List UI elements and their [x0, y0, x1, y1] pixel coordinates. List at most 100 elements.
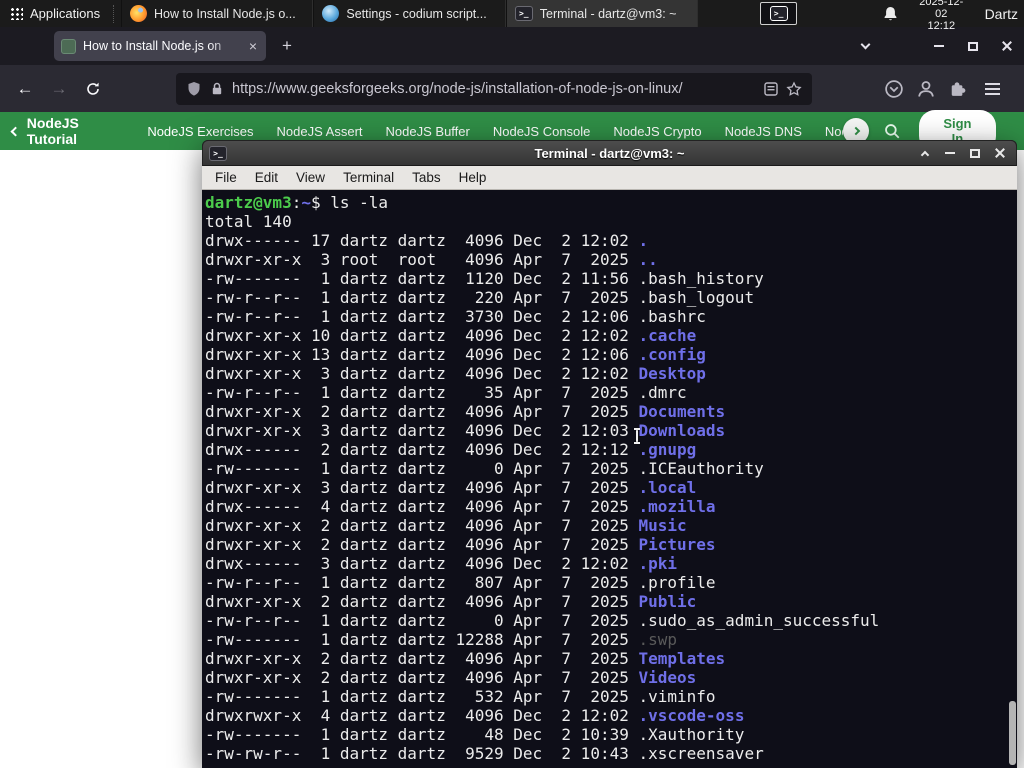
- terminal-line: drwx------ 4 dartz dartz 4096 Apr 7 2025…: [205, 497, 716, 516]
- navigation-toolbar: ← → https://www.geeksforgeeks.org/node-j…: [0, 65, 1024, 112]
- menu-item-tabs[interactable]: Tabs: [403, 170, 450, 185]
- site-nav-link[interactable]: NodeJS Buffer: [386, 124, 470, 139]
- chevron-up-icon: [920, 150, 929, 159]
- bookmark-star-icon[interactable]: [786, 81, 802, 97]
- terminal-line: -rw------- 1 dartz dartz 1120 Dec 2 11:5…: [205, 269, 764, 288]
- menu-item-edit[interactable]: Edit: [246, 170, 287, 185]
- top-panel: Applications How to Install Node.js o...…: [0, 0, 1024, 32]
- clock-time: 12:12: [927, 19, 956, 32]
- back-button[interactable]: ←: [8, 73, 42, 105]
- terminal-line: -rw-rw-r-- 1 dartz dartz 9529 Dec 2 10:4…: [205, 744, 764, 763]
- site-nav-link[interactable]: NodeJS Crypto: [613, 124, 701, 139]
- minimize-icon: [934, 45, 944, 47]
- reload-button[interactable]: [76, 73, 110, 105]
- url-text: https://www.geeksforgeeks.org/node-js/in…: [232, 80, 683, 97]
- tray-terminal-icon: >_: [769, 6, 788, 21]
- notification-bell-button[interactable]: [883, 6, 898, 22]
- terminal-line: drwxr-xr-x 2 dartz dartz 4096 Apr 7 2025…: [205, 668, 697, 687]
- browser-tab[interactable]: How to Install Node.js on ×: [54, 31, 266, 61]
- tab-title: How to Install Node.js on: [83, 39, 222, 53]
- site-nav-link[interactable]: NodeJS DNS: [725, 124, 802, 139]
- terminal-line: -rw-r--r-- 1 dartz dartz 3730 Dec 2 12:0…: [205, 307, 706, 326]
- panel-separator: [113, 4, 118, 23]
- applications-label: Applications: [30, 6, 101, 21]
- terminal-minimize-button[interactable]: [939, 143, 960, 163]
- terminal-line: dartz@vm3:~$ ls -la: [205, 193, 389, 212]
- reload-icon: [87, 82, 99, 95]
- app-menu-button[interactable]: [980, 82, 1004, 95]
- tab-close-icon[interactable]: ×: [247, 38, 259, 54]
- extensions-puzzle-icon[interactable]: [948, 79, 968, 99]
- terminal-line: total 140: [205, 212, 292, 231]
- window-minimize-button[interactable]: [922, 27, 956, 65]
- account-person-icon[interactable]: [916, 79, 936, 99]
- new-tab-button[interactable]: +: [274, 33, 300, 59]
- site-favicon: [61, 38, 76, 54]
- minimize-icon: [944, 152, 955, 154]
- terminal-line: drwxr-xr-x 3 dartz dartz 4096 Dec 2 12:0…: [205, 364, 706, 383]
- pocket-icon[interactable]: [884, 79, 904, 99]
- menu-item-terminal[interactable]: Terminal: [334, 170, 403, 185]
- window-close-button[interactable]: [990, 27, 1024, 65]
- url-bar[interactable]: https://www.geeksforgeeks.org/node-js/in…: [176, 72, 812, 105]
- terminal-menubar: File Edit View Terminal Tabs Help: [202, 166, 1017, 190]
- terminal-line: -rw------- 1 dartz dartz 0 Apr 7 2025 .I…: [205, 459, 764, 478]
- reader-mode-icon[interactable]: [764, 81, 778, 96]
- taskbar-item-label: Settings - codium script...: [346, 6, 487, 21]
- terminal-scrollbar[interactable]: [1008, 190, 1017, 768]
- tabs-dropdown-button[interactable]: [848, 27, 882, 65]
- terminal-line: -rw------- 1 dartz dartz 532 Apr 7 2025 …: [205, 687, 716, 706]
- terminal-line: drwxr-xr-x 3 root root 4096 Apr 7 2025 .…: [205, 250, 658, 269]
- terminal-line: drwxr-xr-x 10 dartz dartz 4096 Dec 2 12:…: [205, 326, 697, 345]
- terminal-title: Terminal - dartz@vm3: ~: [534, 145, 685, 161]
- bell-icon: [884, 6, 897, 20]
- maximize-icon: [968, 41, 978, 51]
- terminal-line: -rw------- 1 dartz dartz 12288 Apr 7 202…: [205, 630, 678, 649]
- site-nav-link[interactable]: NodeJS Assert: [277, 124, 363, 139]
- site-nav-link[interactable]: NodeJS Exercises: [147, 124, 253, 139]
- site-search-button[interactable]: [883, 122, 901, 140]
- lock-icon[interactable]: [210, 81, 224, 96]
- menu-item-help[interactable]: Help: [450, 170, 496, 185]
- chevron-left-icon: [10, 126, 21, 136]
- terminal-line: drwx------ 3 dartz dartz 4096 Dec 2 12:0…: [205, 554, 678, 573]
- site-nav-back-label: NodeJS Tutorial: [26, 115, 79, 147]
- taskbar-item-settings[interactable]: Settings - codium script...: [313, 0, 506, 27]
- site-nav-links: NodeJS Exercises NodeJS Assert NodeJS Buff…: [147, 124, 842, 139]
- firefox-icon: [129, 5, 147, 22]
- window-maximize-button[interactable]: [956, 27, 990, 65]
- terminal-titlebar-icon: >_: [209, 145, 227, 161]
- panel-clock[interactable]: 2025-12-02 12:12: [914, 0, 969, 32]
- menu-item-file[interactable]: File: [206, 170, 246, 185]
- terminal-line: drwxrwxr-x 4 dartz dartz 4096 Dec 2 12:0…: [205, 706, 745, 725]
- terminal-screen[interactable]: dartz@vm3:~$ ls -la total 140 drwx------ 1…: [202, 190, 1017, 768]
- scrollbar-thumb[interactable]: [1009, 701, 1016, 765]
- site-nav-link[interactable]: Node: [825, 124, 843, 139]
- close-icon: [994, 147, 1006, 159]
- terminal-maximize-button[interactable]: [964, 143, 985, 163]
- taskbar-item-browser[interactable]: How to Install Node.js o...: [120, 0, 314, 27]
- terminal-line: drwxr-xr-x 2 dartz dartz 4096 Apr 7 2025…: [205, 402, 726, 421]
- settings-icon: [322, 5, 340, 22]
- forward-button[interactable]: →: [42, 73, 76, 105]
- applications-grid-icon: [10, 7, 23, 20]
- taskbar-item-label: Terminal - dartz@vm3: ~: [539, 6, 677, 21]
- site-nav-back[interactable]: NodeJS Tutorial: [10, 115, 127, 147]
- applications-menu[interactable]: Applications: [0, 0, 110, 27]
- terminal-titlebar[interactable]: >_ Terminal - dartz@vm3: ~: [202, 140, 1017, 166]
- terminal-line: drwxr-xr-x 2 dartz dartz 4096 Apr 7 2025…: [205, 649, 726, 668]
- site-nav-link[interactable]: NodeJS Console: [493, 124, 591, 139]
- close-icon: [1001, 40, 1013, 52]
- shield-icon[interactable]: [186, 81, 202, 97]
- tray-indicator[interactable]: >_: [760, 2, 798, 25]
- terminal-close-button[interactable]: [989, 143, 1010, 163]
- terminal-line: drwxr-xr-x 2 dartz dartz 4096 Apr 7 2025…: [205, 592, 697, 611]
- taskbar-item-terminal[interactable]: >_ Terminal - dartz@vm3: ~: [505, 0, 699, 27]
- terminal-shade-button[interactable]: [914, 143, 935, 163]
- tab-bar: How to Install Node.js on × +: [0, 27, 1024, 65]
- terminal-line: -rw-r--r-- 1 dartz dartz 220 Apr 7 2025 …: [205, 288, 755, 307]
- terminal-line: drwxr-xr-x 2 dartz dartz 4096 Apr 7 2025…: [205, 516, 687, 535]
- menu-item-view[interactable]: View: [287, 170, 334, 185]
- chevron-right-icon: [851, 126, 861, 136]
- terminal-icon: >_: [514, 6, 533, 21]
